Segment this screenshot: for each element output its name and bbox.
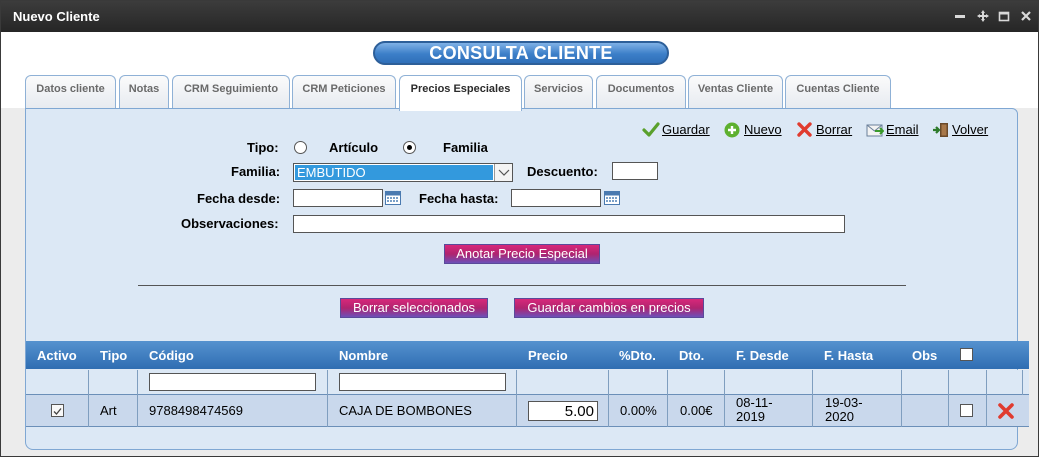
codigo-filter-input[interactable] xyxy=(149,373,316,391)
volver-label: Volver xyxy=(952,122,989,137)
anotar-precio-especial-button[interactable]: Anotar Precio Especial xyxy=(444,244,600,264)
f-desde-line2: 2019 xyxy=(736,409,765,424)
guardar-label: Guardar xyxy=(662,122,710,137)
tipo-familia-label: Familia xyxy=(443,140,488,155)
f-desde-line1: 08-11- xyxy=(736,395,773,410)
table-row[interactable]: Art 9788498474569 CAJA DE BOMBONES 0.00%… xyxy=(26,395,1029,427)
descuento-input[interactable] xyxy=(612,162,658,180)
delete-row-icon[interactable] xyxy=(997,402,1015,420)
tipo-familia-radio[interactable] xyxy=(403,141,416,154)
guardar-cambios-precios-button[interactable]: Guardar cambios en precios xyxy=(514,298,704,318)
fecha-hasta-input[interactable] xyxy=(511,189,601,207)
descuento-label: Descuento: xyxy=(527,164,598,179)
tab-crm-peticiones[interactable]: CRM Peticiones xyxy=(292,75,396,109)
nombre-filter-input[interactable] xyxy=(339,373,506,391)
window: Nuevo Cliente CONSULTA CLIENTE Datos cli… xyxy=(0,0,1039,457)
title-bar: Nuevo Cliente xyxy=(1,1,1038,32)
cell-nombre: CAJA DE BOMBONES xyxy=(339,403,472,418)
maximize-icon[interactable] xyxy=(997,9,1011,23)
familia-select[interactable]: EMBUTIDO xyxy=(293,163,513,182)
cell-tipo: Art xyxy=(100,403,117,418)
col-obs[interactable]: Obs xyxy=(912,348,937,363)
activo-checkbox[interactable] xyxy=(51,404,64,417)
cell-f-hasta: 19-03- 2020 xyxy=(825,396,863,424)
f-hasta-line1: 19-03- xyxy=(825,395,863,410)
guardar-button[interactable]: Guardar xyxy=(642,121,714,139)
email-button[interactable]: Email xyxy=(866,121,924,139)
cell-dto: 0.00€ xyxy=(680,403,713,418)
select-all-checkbox[interactable] xyxy=(960,348,973,361)
col-precio[interactable]: Precio xyxy=(528,348,568,363)
tab-documentos[interactable]: Documentos xyxy=(596,75,686,109)
fecha-hasta-label: Fecha hasta: xyxy=(419,191,499,206)
add-icon xyxy=(724,122,740,138)
table-header: Activo Tipo Código Nombre Precio %Dto. D… xyxy=(26,341,1029,369)
exit-door-icon xyxy=(933,123,948,137)
borrar-seleccionados-button[interactable]: Borrar seleccionados xyxy=(340,298,488,318)
tipo-label: Tipo: xyxy=(247,140,279,155)
col-dto[interactable]: Dto. xyxy=(679,348,704,363)
chevron-down-icon[interactable] xyxy=(494,164,512,181)
minimize-icon[interactable] xyxy=(953,9,967,23)
col-pct-dto[interactable]: %Dto. xyxy=(619,348,656,363)
tipo-articulo-radio[interactable] xyxy=(294,141,307,154)
tab-precios-especiales[interactable]: Precios Especiales xyxy=(399,75,522,111)
col-activo[interactable]: Activo xyxy=(37,348,77,363)
col-nombre[interactable]: Nombre xyxy=(339,348,388,363)
f-hasta-line2: 2020 xyxy=(825,409,854,424)
borrar-button[interactable]: Borrar xyxy=(796,121,858,139)
calendar-icon[interactable] xyxy=(385,190,401,205)
nuevo-button[interactable]: Nuevo xyxy=(724,121,786,139)
table-filter-row xyxy=(26,370,1029,395)
col-f-desde[interactable]: F. Desde xyxy=(736,348,789,363)
tab-ventas-cliente[interactable]: Ventas Cliente xyxy=(688,75,783,109)
tab-notas[interactable]: Notas xyxy=(119,75,169,109)
cell-f-desde: 08-11- 2019 xyxy=(736,396,773,424)
observaciones-label: Observaciones: xyxy=(181,216,279,231)
delete-icon xyxy=(797,122,812,137)
tipo-articulo-label: Artículo xyxy=(329,140,379,155)
page-title: CONSULTA CLIENTE xyxy=(373,41,669,65)
col-tipo[interactable]: Tipo xyxy=(100,348,127,363)
volver-button[interactable]: Volver xyxy=(932,121,994,139)
col-codigo[interactable]: Código xyxy=(149,348,194,363)
checkmark-icon xyxy=(53,408,62,415)
borrar-label: Borrar xyxy=(816,122,853,137)
cell-pct-dto: 0.00% xyxy=(620,403,657,418)
tab-cuentas-cliente[interactable]: Cuentas Cliente xyxy=(785,75,891,109)
familia-selected-value: EMBUTIDO xyxy=(295,165,493,180)
nuevo-label: Nuevo xyxy=(744,122,782,137)
fecha-desde-label: Fecha desde: xyxy=(197,191,281,206)
tab-crm-seguimiento[interactable]: CRM Seguimiento xyxy=(172,75,290,109)
move-icon[interactable] xyxy=(976,9,990,23)
observaciones-input[interactable] xyxy=(293,215,845,233)
close-icon[interactable] xyxy=(1019,9,1033,23)
divider xyxy=(138,285,906,286)
familia-label: Familia: xyxy=(231,164,281,179)
tab-servicios[interactable]: Servicios xyxy=(524,75,593,109)
precios-especiales-panel: Guardar Nuevo Borrar Email Volver Tipo: … xyxy=(25,108,1029,450)
window-content: CONSULTA CLIENTE Datos cliente Notas CRM… xyxy=(1,32,1038,456)
calendar-icon[interactable] xyxy=(604,190,620,205)
email-icon xyxy=(866,124,884,137)
row-select-checkbox[interactable] xyxy=(960,404,973,417)
window-title: Nuevo Cliente xyxy=(13,9,100,24)
check-icon xyxy=(642,122,660,137)
tab-datos-cliente[interactable]: Datos cliente xyxy=(25,75,116,109)
fecha-desde-input[interactable] xyxy=(293,189,383,207)
col-f-hasta[interactable]: F. Hasta xyxy=(824,348,873,363)
precio-input[interactable] xyxy=(528,401,598,421)
email-label: Email xyxy=(886,122,919,137)
cell-codigo: 9788498474569 xyxy=(149,403,243,418)
